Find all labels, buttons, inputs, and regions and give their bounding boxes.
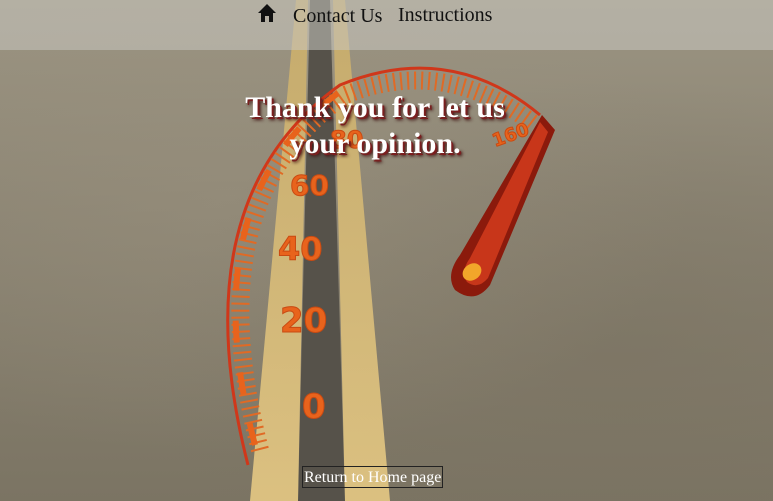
nav-contact-us[interactable]: Contact Us: [293, 5, 382, 28]
nav-instructions[interactable]: Instructions: [398, 4, 492, 27]
thank-you-message: Thank you for let us your opinion.: [210, 90, 540, 162]
gauge-label-40: 40: [278, 230, 323, 268]
gauge-label-0: 0: [302, 387, 326, 427]
gauge-label-20: 20: [280, 301, 327, 341]
home-icon[interactable]: [257, 3, 277, 23]
message-line-1: Thank you for let us: [245, 91, 505, 124]
top-navbar: Contact Us Instructions: [0, 0, 773, 50]
return-home-button[interactable]: Return to Home page: [302, 466, 444, 488]
gauge-label-60: 60: [290, 169, 329, 202]
message-line-2: your opinion.: [289, 127, 461, 160]
